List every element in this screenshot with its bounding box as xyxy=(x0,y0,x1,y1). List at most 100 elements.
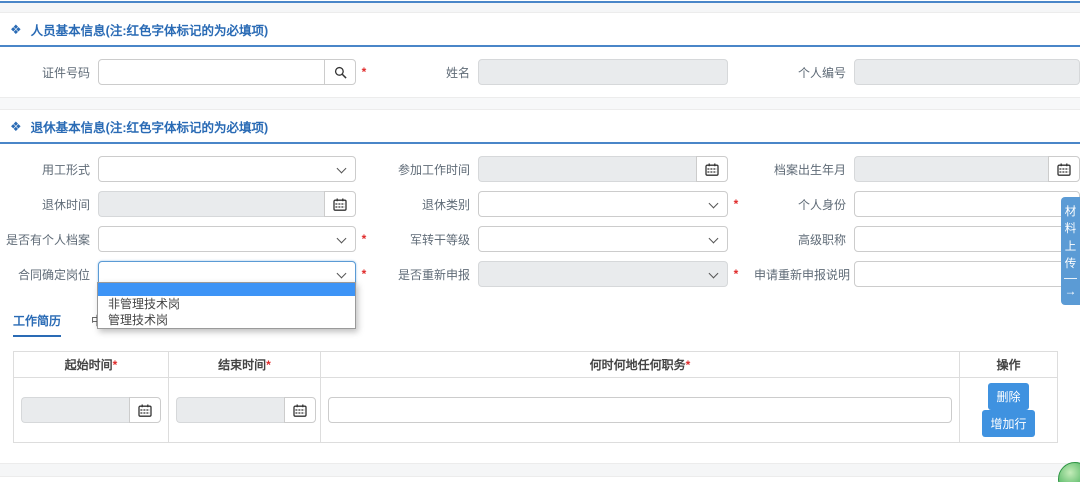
add-row-button[interactable]: 增加行 xyxy=(982,410,1034,437)
identity-label: 个人身份 xyxy=(754,196,854,213)
section-separator-band xyxy=(0,97,1080,110)
file-birth-group xyxy=(854,156,1080,182)
redeclare-desc-field: 申请重新申报说明 xyxy=(754,261,1080,287)
column-header-label: 结束时间 xyxy=(218,358,266,372)
military-rank-field: 军转干等级 xyxy=(378,226,754,252)
retire-time-label: 退休时间 xyxy=(0,196,98,213)
start-time-group xyxy=(21,397,161,423)
join-work-time-label: 参加工作时间 xyxy=(378,161,478,178)
clover-icon: ❖ xyxy=(10,120,22,133)
section-header-retire: ❖ 退休基本信息(注:红色字体标记的为必填项) xyxy=(0,110,1080,144)
table-row: 删除增加行 xyxy=(14,378,1058,443)
contract-post-dropdown: 非管理技术岗 管理技术岗 xyxy=(97,282,356,329)
identity-field: 个人身份 xyxy=(754,191,1080,217)
identity-input[interactable] xyxy=(854,191,1080,217)
personal-code-input xyxy=(854,59,1080,85)
section-title-retire: 退休基本信息(注:红色字体标记的为必填项) xyxy=(31,117,269,136)
redeclare-select xyxy=(478,261,728,287)
clover-icon: ❖ xyxy=(10,23,22,36)
chevron-down-icon xyxy=(709,234,719,244)
required-mark: * xyxy=(356,267,372,281)
senior-title-field: 高级职称 xyxy=(754,226,1080,252)
calendar-button[interactable] xyxy=(284,397,316,423)
end-time-cell xyxy=(169,378,321,443)
search-button[interactable] xyxy=(324,59,356,85)
required-mark: * xyxy=(728,197,744,211)
chevron-down-icon xyxy=(709,269,719,279)
footer-actions: 确认提交 打 印 xyxy=(0,477,1080,482)
retire-time-input xyxy=(98,191,324,217)
cert-no-input-group xyxy=(98,59,356,85)
military-rank-label: 军转干等级 xyxy=(378,231,478,248)
calendar-button[interactable] xyxy=(324,191,356,217)
contract-post-label: 合同确定岗位 xyxy=(0,266,98,283)
join-work-time-input xyxy=(478,156,696,182)
calendar-button[interactable] xyxy=(1048,156,1080,182)
cert-no-field: 证件号码 * xyxy=(0,59,378,85)
personal-code-field: 个人编号 xyxy=(754,59,1080,85)
redeclare-desc-input[interactable] xyxy=(854,261,1080,287)
col-header-duty: 何时何地任何职务* xyxy=(321,352,960,378)
has-archive-label: 是否有个人档案 xyxy=(0,231,98,248)
col-header-start-time: 起始时间* xyxy=(14,352,169,378)
start-time-input xyxy=(21,397,129,423)
dropdown-option-empty[interactable] xyxy=(98,283,355,296)
calendar-button[interactable] xyxy=(129,397,161,423)
delete-row-button[interactable]: 删除 xyxy=(988,383,1028,410)
calendar-button[interactable] xyxy=(696,156,728,182)
file-birth-field: 档案出生年月 xyxy=(754,156,1080,182)
duty-input[interactable] xyxy=(328,397,952,423)
column-header-label: 起始时间 xyxy=(65,358,113,372)
senior-title-label: 高级职称 xyxy=(754,231,854,248)
join-work-time-field: 参加工作时间 xyxy=(378,156,754,182)
chevron-down-icon xyxy=(337,164,347,174)
col-header-end-time: 结束时间* xyxy=(169,352,321,378)
form-row: 用工形式 参加工作时间 xyxy=(0,156,1080,182)
file-birth-input xyxy=(854,156,1048,182)
start-time-cell xyxy=(14,378,169,443)
cert-no-input[interactable] xyxy=(98,59,325,85)
name-label: 姓名 xyxy=(378,64,478,81)
dropdown-option[interactable]: 非管理技术岗 xyxy=(98,296,355,312)
action-cell: 删除增加行 xyxy=(960,378,1058,443)
retire-type-select[interactable] xyxy=(478,191,728,217)
material-upload-tab[interactable]: 材料上传 → xyxy=(1061,197,1080,305)
end-time-input xyxy=(176,397,284,423)
retire-time-group xyxy=(98,191,356,217)
join-work-time-group xyxy=(478,156,728,182)
retire-info-grid: 用工形式 参加工作时间 xyxy=(0,144,1080,287)
retire-type-label: 退休类别 xyxy=(378,196,478,213)
divider xyxy=(1064,278,1077,279)
required-mark: * xyxy=(356,65,372,79)
work-history-table: 起始时间* 结束时间* 何时何地任何职务* 操作 xyxy=(13,351,1058,443)
calendar-icon xyxy=(293,404,307,417)
tab-work-history[interactable]: 工作简历 xyxy=(13,312,61,337)
required-mark: * xyxy=(728,267,744,281)
employment-type-label: 用工形式 xyxy=(0,161,98,178)
required-mark: * xyxy=(113,358,118,372)
footer-separator-band xyxy=(0,463,1080,477)
employment-type-field: 用工形式 xyxy=(0,156,378,182)
column-header-label: 操作 xyxy=(996,358,1020,372)
section-title-personal: 人员基本信息(注:红色字体标记的为必填项) xyxy=(31,20,269,39)
calendar-icon xyxy=(333,198,347,211)
dropdown-option[interactable]: 管理技术岗 xyxy=(98,312,355,328)
military-rank-select[interactable] xyxy=(478,226,728,252)
form-row: 退休时间 退休类别 xyxy=(0,191,1080,217)
senior-title-input[interactable] xyxy=(854,226,1080,252)
required-mark: * xyxy=(266,358,271,372)
chevron-down-icon xyxy=(337,234,347,244)
employment-type-select[interactable] xyxy=(98,156,356,182)
has-archive-select[interactable] xyxy=(98,226,356,252)
chevron-down-icon xyxy=(709,199,719,209)
name-input xyxy=(478,59,728,85)
required-mark: * xyxy=(686,358,691,372)
arrow-right-icon: → xyxy=(1061,284,1080,300)
personal-code-label: 个人编号 xyxy=(754,64,854,81)
redeclare-label: 是否重新申报 xyxy=(378,266,478,283)
required-mark: * xyxy=(356,232,372,246)
has-archive-field: 是否有个人档案 * xyxy=(0,226,378,252)
retire-time-field: 退休时间 xyxy=(0,191,378,217)
calendar-icon xyxy=(1057,163,1071,176)
redeclare-desc-label: 申请重新申报说明 xyxy=(754,266,854,283)
